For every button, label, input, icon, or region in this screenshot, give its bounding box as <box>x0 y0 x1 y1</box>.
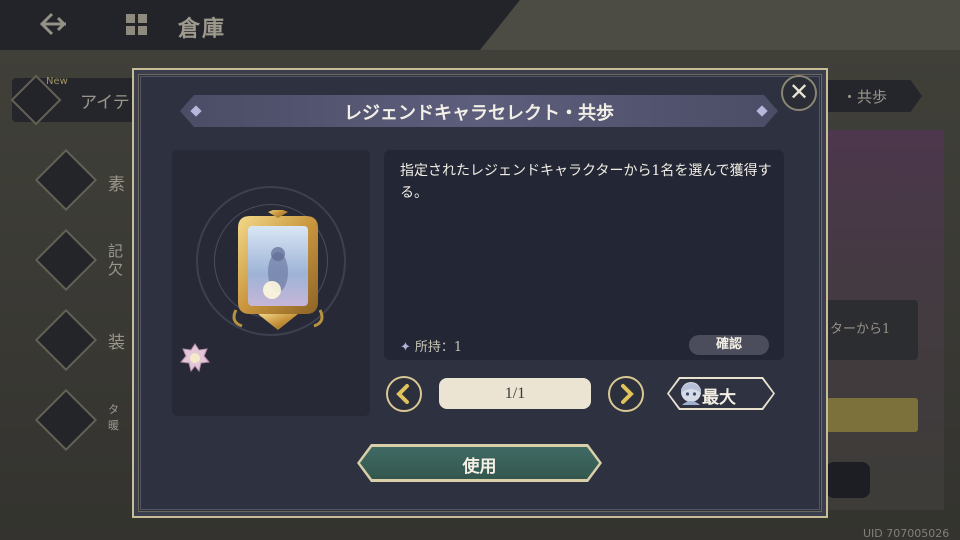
character-badge-icon <box>180 343 210 373</box>
dialog-title: レジェンドキャラセレクト・共歩 <box>344 103 614 124</box>
chevron-right-icon <box>608 376 644 412</box>
golden-frame-item-icon <box>228 208 328 332</box>
increase-button[interactable] <box>607 375 645 413</box>
character-avatar-icon <box>678 379 704 407</box>
item-description: 指定されたレジェンドキャラクターから1名を選んで獲得する。 <box>400 163 772 201</box>
confirm-button[interactable]: 確認 <box>689 335 769 355</box>
decrease-button[interactable] <box>385 375 423 413</box>
sparkle-icon: ✦ <box>400 340 411 355</box>
use-button-label: 使用 <box>462 457 497 477</box>
owned-count-label: 所持：1 <box>414 340 463 355</box>
close-button[interactable]: ✕ <box>781 75 817 111</box>
owned-count: ✦ 所持：1 <box>400 336 462 355</box>
quantity-field[interactable]: 1/1 <box>439 378 591 409</box>
max-button-label: 最大 <box>702 388 736 408</box>
chevron-left-icon <box>386 376 422 412</box>
close-icon: ✕ <box>788 78 810 106</box>
